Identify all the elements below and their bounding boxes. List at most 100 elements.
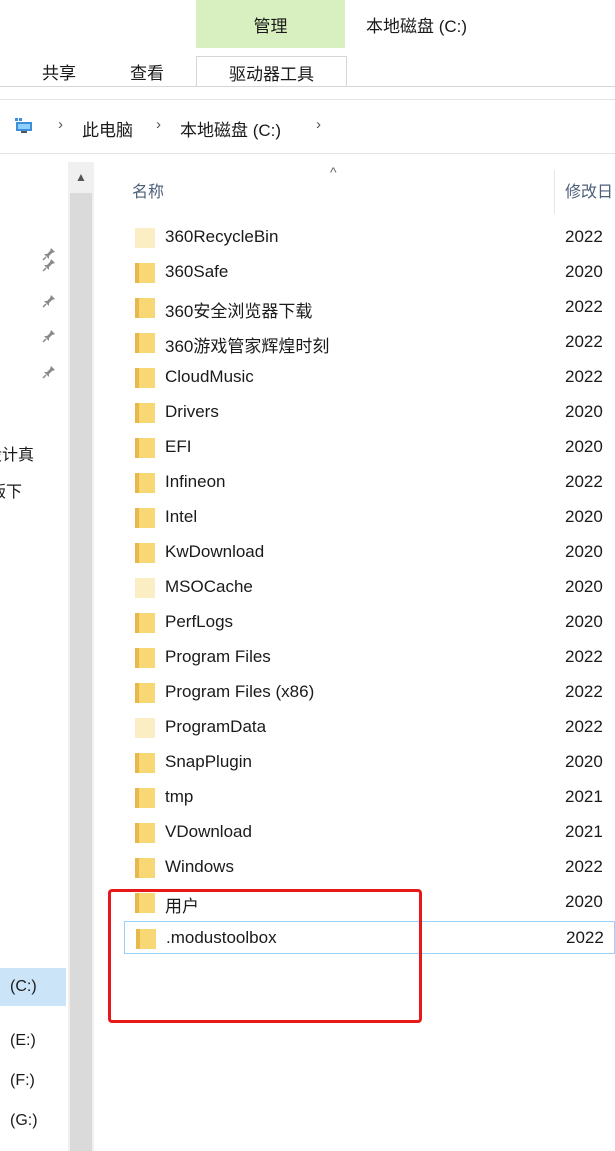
file-modified-date: 2022 [565, 367, 603, 386]
column-divider[interactable] [554, 170, 555, 214]
list-item[interactable]: 360安全浏览器下载 2022 [124, 291, 615, 324]
nav-item-drive-c[interactable]: (C:) [10, 978, 37, 996]
chevron-right-icon[interactable]: › [156, 116, 161, 133]
list-item[interactable]: Program Files 2022 [124, 641, 615, 674]
list-item[interactable]: Windows 2022 [124, 851, 615, 884]
nav-item-quick-access[interactable]: 设计真 [0, 441, 34, 465]
folder-icon [135, 648, 157, 668]
list-item[interactable]: ProgramData 2022 [124, 711, 615, 744]
folder-icon [135, 298, 157, 318]
breadcrumb-this-pc[interactable]: 此电脑 [82, 116, 133, 141]
address-bar-bottom-border [0, 153, 615, 154]
list-item[interactable]: MSOCache 2020 [124, 571, 615, 604]
chevron-right-icon[interactable]: › [316, 116, 321, 133]
folder-icon [135, 718, 157, 738]
tab-share[interactable]: 共享 [30, 56, 88, 86]
folder-icon [135, 403, 157, 423]
file-modified-date: 2022 [566, 928, 604, 947]
folder-icon [135, 788, 157, 808]
window-title: 本地磁盘 (C:) [366, 17, 468, 36]
file-name: 360游戏管家辉煌时刻 [165, 337, 330, 356]
chevron-right-icon[interactable]: › [58, 116, 63, 133]
ribbon-divider [0, 86, 615, 87]
list-item[interactable]: KwDownload 2020 [124, 536, 615, 569]
nav-item-drive-g[interactable]: (G:) [10, 1112, 38, 1130]
file-modified-date: 2022 [565, 682, 603, 701]
list-item[interactable]: SnapPlugin 2020 [124, 746, 615, 779]
file-modified-date: 2021 [565, 822, 603, 841]
folder-icon [135, 578, 157, 598]
file-name: EFI [165, 437, 192, 456]
list-item[interactable]: 360RecycleBin 2022 [124, 221, 615, 254]
folder-icon [135, 473, 157, 493]
nav-item-drive-e[interactable]: (E:) [10, 1032, 36, 1050]
folder-icon [135, 228, 157, 248]
list-item[interactable]: Drivers 2020 [124, 396, 615, 429]
file-modified-date: 2022 [565, 227, 603, 246]
file-name: Intel [165, 507, 198, 526]
folder-icon [135, 333, 157, 353]
file-modified-date: 2022 [565, 857, 603, 876]
tab-drive-tools[interactable]: 驱动器工具 [196, 56, 347, 87]
list-item[interactable]: CloudMusic 2022 [124, 361, 615, 394]
file-name: KwDownload [165, 542, 265, 561]
tab-view[interactable]: 查看 [118, 56, 176, 86]
scroll-up-icon[interactable]: ▲ [68, 166, 94, 188]
file-name: VDownload [165, 822, 252, 841]
column-header-modified[interactable]: 修改日 [565, 178, 613, 202]
file-name: MSOCache [165, 577, 253, 596]
file-modified-date: 2022 [565, 472, 603, 491]
file-modified-date: 2020 [565, 892, 603, 911]
file-modified-date: 2020 [565, 577, 603, 596]
sort-ascending-icon: ^ [330, 164, 337, 180]
file-name: SnapPlugin [165, 752, 252, 771]
file-name: Windows [165, 857, 234, 876]
file-modified-date: 2020 [565, 262, 603, 281]
folder-icon [135, 368, 157, 388]
file-name: ProgramData [165, 717, 267, 736]
file-name: Drivers [165, 402, 219, 421]
pin-icon[interactable] [42, 365, 56, 379]
file-modified-date: 2020 [565, 542, 603, 561]
nav-scrollbar-thumb[interactable] [70, 193, 92, 1151]
pin-icon[interactable] [42, 329, 56, 343]
file-modified-date: 2020 [565, 752, 603, 771]
nav-item-quick-access[interactable]: 版下 [0, 478, 22, 502]
file-modified-date: 2022 [565, 647, 603, 666]
file-modified-date: 2020 [565, 437, 603, 456]
context-tab-header: 管理 [196, 0, 345, 48]
file-modified-date: 2020 [565, 402, 603, 421]
breadcrumb-local-disk-c[interactable]: 本地磁盘 (C:) [180, 116, 281, 141]
nav-item-drive-f[interactable]: (F:) [10, 1072, 35, 1090]
column-header-name[interactable]: 名称 [132, 178, 164, 202]
folder-icon [135, 438, 157, 458]
folder-icon [135, 858, 157, 878]
list-item[interactable]: 360游戏管家辉煌时刻 2022 [124, 326, 615, 359]
pin-icon[interactable] [42, 258, 56, 272]
list-item[interactable]: Intel 2020 [124, 501, 615, 534]
list-item[interactable]: Program Files (x86) 2022 [124, 676, 615, 709]
folder-icon [135, 823, 157, 843]
list-item[interactable]: VDownload 2021 [124, 816, 615, 849]
file-modified-date: 2022 [565, 332, 603, 351]
folder-icon [135, 263, 157, 283]
highlight-box [108, 889, 422, 1023]
file-name: 360RecycleBin [165, 227, 279, 246]
list-item[interactable]: tmp 2021 [124, 781, 615, 814]
file-name: CloudMusic [165, 367, 254, 386]
folder-icon [135, 543, 157, 563]
pc-icon[interactable] [14, 118, 34, 134]
pin-icon[interactable] [42, 294, 56, 308]
file-name: PerfLogs [165, 612, 234, 631]
list-item[interactable]: EFI 2020 [124, 431, 615, 464]
list-item[interactable]: Infineon 2022 [124, 466, 615, 499]
file-name: 360Safe [165, 262, 229, 281]
file-name: tmp [165, 787, 194, 806]
file-modified-date: 2022 [565, 717, 603, 736]
list-item[interactable]: PerfLogs 2020 [124, 606, 615, 639]
address-bar-top-border [0, 99, 615, 100]
list-item[interactable]: 360Safe 2020 [124, 256, 615, 289]
file-modified-date: 2021 [565, 787, 603, 806]
file-modified-date: 2022 [565, 297, 603, 316]
folder-icon [135, 753, 157, 773]
